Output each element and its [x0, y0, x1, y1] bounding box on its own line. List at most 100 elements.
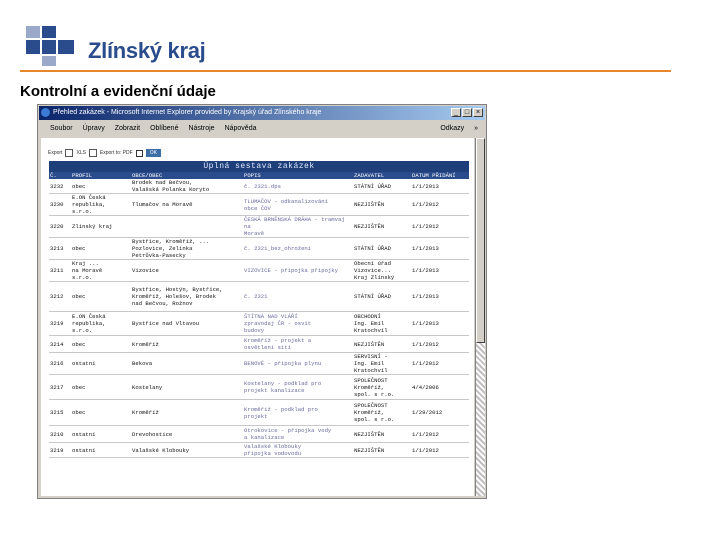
table-row[interactable]: 3214 obec Kroměříž Kroměříž - projekt a osv…: [49, 335, 469, 353]
table-cell[interactable]: VIZOVICE - přípojka přípojky: [243, 259, 353, 282]
table-cell: Kroměříž: [131, 335, 243, 353]
table-cell: 1/1/2012: [411, 425, 469, 443]
menu-help[interactable]: Nápověda: [225, 122, 257, 136]
table-cell: OBCHODNÍ Ing. Emil Kratochvíl: [353, 311, 411, 336]
table-cell: 3213: [49, 237, 71, 260]
orders-table: Č. PROFIL OBCE/OBEC POPIS ZADAVATEL DATUM PŘI…: [49, 172, 469, 458]
menu-favorites[interactable]: Oblíbené: [150, 122, 178, 136]
table-cell: [131, 215, 243, 238]
table-cell[interactable]: TLUMAČOV - odkanalizování obce ČOV: [243, 193, 353, 216]
table-cell: Valašské Klobouky: [131, 442, 243, 458]
table-cell: obec: [71, 335, 131, 353]
table-cell[interactable]: Kroměříž - podklad pro projekt: [243, 399, 353, 426]
column-header: PROFIL: [71, 172, 131, 179]
table-row[interactable]: 3230 E.ON Česká republika, s.r.o. Tlumačov…: [49, 193, 469, 216]
table-row[interactable]: 3219 ostatní Valašské Klobouky Valašské Klo…: [49, 442, 469, 458]
table-cell: NEZJIŠTĚN: [353, 215, 411, 238]
table-cell: 1/1/2013: [411, 259, 469, 282]
table-cell[interactable]: Valašské Klobouky přípojka vodovodu: [243, 442, 353, 458]
table-cell: NEZJIŠTĚN: [353, 335, 411, 353]
table-cell: 3215: [49, 399, 71, 426]
table-cell[interactable]: ČESKÁ BRNĚNSKÁ DRÁHA - tramvaj na Moravě: [243, 215, 353, 238]
table-cell[interactable]: č. 2321_bez_ohrožení: [243, 237, 353, 260]
table-cell: Obecní úřad Vizovice... Kraj Zlínský: [353, 259, 411, 282]
table-cell: Bekova: [131, 352, 243, 375]
table-cell: 3217: [49, 374, 71, 400]
table-cell[interactable]: č. 2321: [243, 281, 353, 312]
close-button[interactable]: ×: [473, 108, 483, 117]
table-row[interactable]: 3213 obec Bystřice, Kroměříž, ... Pozlovic…: [49, 237, 469, 260]
links-label[interactable]: Odkazy: [440, 122, 464, 136]
table-cell: 3232: [49, 179, 71, 194]
menu-bar: Soubor Úpravy Zobrazit Oblíbené Nástroje…: [40, 122, 484, 136]
export-checkbox[interactable]: [135, 149, 143, 157]
page-viewport: Export XLS Export to: PDF OK Úplná sesta…: [41, 138, 474, 496]
table-row[interactable]: 3215 obec Kroměříž Kroměříž - podklad pro p…: [49, 399, 469, 426]
table-cell: 1/1/2012: [411, 193, 469, 216]
export-label: Export: [48, 150, 63, 156]
table-cell: 3210: [49, 425, 71, 443]
table-cell[interactable]: ŠTÍTNÁ NAD VLÁŘÍ zpravodaj ČR - osvit bu…: [243, 311, 353, 336]
table-row[interactable]: 3220 Zlínský kraj ČESKÁ BRNĚNSKÁ DRÁHA - t…: [49, 215, 469, 238]
column-header: DATUM PŘIDÁNÍ: [411, 172, 469, 179]
table-cell: ostatní: [71, 442, 131, 458]
menu-tools[interactable]: Nástroje: [188, 122, 214, 136]
maximize-button[interactable]: □: [462, 108, 472, 117]
table-cell: obec: [71, 281, 131, 312]
table-cell: 1/1/2012: [411, 335, 469, 353]
table-cell: NEZJIŠTĚN: [353, 425, 411, 443]
table-row[interactable]: 3211 Kraj ... na Moravě s.r.o. Vizovice VIZ…: [49, 259, 469, 282]
ie-logo-icon: [41, 108, 50, 117]
page-title: Kontrolní a evidenční údaje: [20, 83, 216, 100]
go-button[interactable]: OK: [145, 149, 161, 157]
table-cell: 4/4/2006: [411, 374, 469, 400]
table-cell: Kostelany: [131, 374, 243, 400]
minimize-button[interactable]: _: [451, 108, 461, 117]
table-cell: NEZJIŠTĚN: [353, 193, 411, 216]
table-cell[interactable]: Kroměříž - projekt a osvětlení sítí: [243, 335, 353, 353]
table-row[interactable]: 3212 obec Bystřice, Hostýn, Bystřice, Krom…: [49, 281, 469, 312]
table-cell: 1/1/2012: [411, 215, 469, 238]
menu-file[interactable]: Soubor: [50, 122, 73, 136]
links-chevron-icon[interactable]: »: [474, 122, 478, 136]
table-row[interactable]: 3219 E.ON Česká republika, s.r.o. Bystřice…: [49, 311, 469, 336]
table-row[interactable]: 3216 ostatní Bekova BENOVÉ - přípojka plynu…: [49, 352, 469, 375]
table-cell: E.ON Česká republika, s.r.o.: [71, 193, 131, 216]
menu-edit[interactable]: Úpravy: [83, 122, 105, 136]
table-cell: SPOLEČNOST Kroměříž, spol. s r.o.: [353, 399, 411, 426]
print-icon[interactable]: [88, 149, 97, 157]
table-cell: obec: [71, 237, 131, 260]
table-cell: 1/1/2013: [411, 281, 469, 312]
table-cell[interactable]: č. 2321.dps: [243, 179, 353, 194]
table-cell[interactable]: BENOVÉ - přípojka plynu: [243, 352, 353, 375]
table-cell: 3220: [49, 215, 71, 238]
menu-view[interactable]: Zobrazit: [115, 122, 140, 136]
table-cell: 1/1/2013: [411, 237, 469, 260]
window-titlebar: Přehled zakázek - Microsoft Internet Exp…: [39, 106, 485, 120]
table-cell: Zlínský kraj: [71, 215, 131, 238]
table-cell: 1/1/2013: [411, 179, 469, 194]
excel-export-icon[interactable]: [65, 149, 74, 157]
table-cell: 1/1/2013: [411, 311, 469, 336]
table-cell: SPOLEČNOST Kroměříž, spol. s r.o.: [353, 374, 411, 400]
scrollbar-thumb[interactable]: [476, 138, 485, 343]
zlinsky-kraj-logo-icon: [26, 26, 78, 66]
table-row[interactable]: 3232 obec Brodek nad Bečvou, Valašská Pola…: [49, 179, 469, 194]
table-cell: 3216: [49, 352, 71, 375]
table-cell: Kroměříž: [131, 399, 243, 426]
table-cell: STÁTNÍ ÚŘAD: [353, 237, 411, 260]
vertical-scrollbar[interactable]: [475, 138, 485, 496]
table-cell: SERVISNÍ - Ing. Emil Kratochvíl: [353, 352, 411, 375]
window-title: Přehled zakázek - Microsoft Internet Exp…: [53, 109, 322, 116]
table-cell: Tlumačov na Moravě: [131, 193, 243, 216]
column-header: OBCE/OBEC: [131, 172, 243, 179]
table-cell: Vizovice: [131, 259, 243, 282]
table-cell[interactable]: Kostelany - podklad pro projekt kanaliza…: [243, 374, 353, 400]
browser-window: Přehled zakázek - Microsoft Internet Exp…: [37, 104, 487, 499]
table-row[interactable]: 3217 obec Kostelany Kostelany - podklad pro…: [49, 374, 469, 400]
table-cell: NEZJIŠTĚN: [353, 442, 411, 458]
table-cell[interactable]: Otrokovice - připojka vody a kanalizace: [243, 425, 353, 443]
table-cell: obec: [71, 179, 131, 194]
table-row[interactable]: 3210 ostatní Drevohostice Otrokovice - přip…: [49, 425, 469, 443]
brand-name: Zlínský kraj: [88, 38, 206, 63]
